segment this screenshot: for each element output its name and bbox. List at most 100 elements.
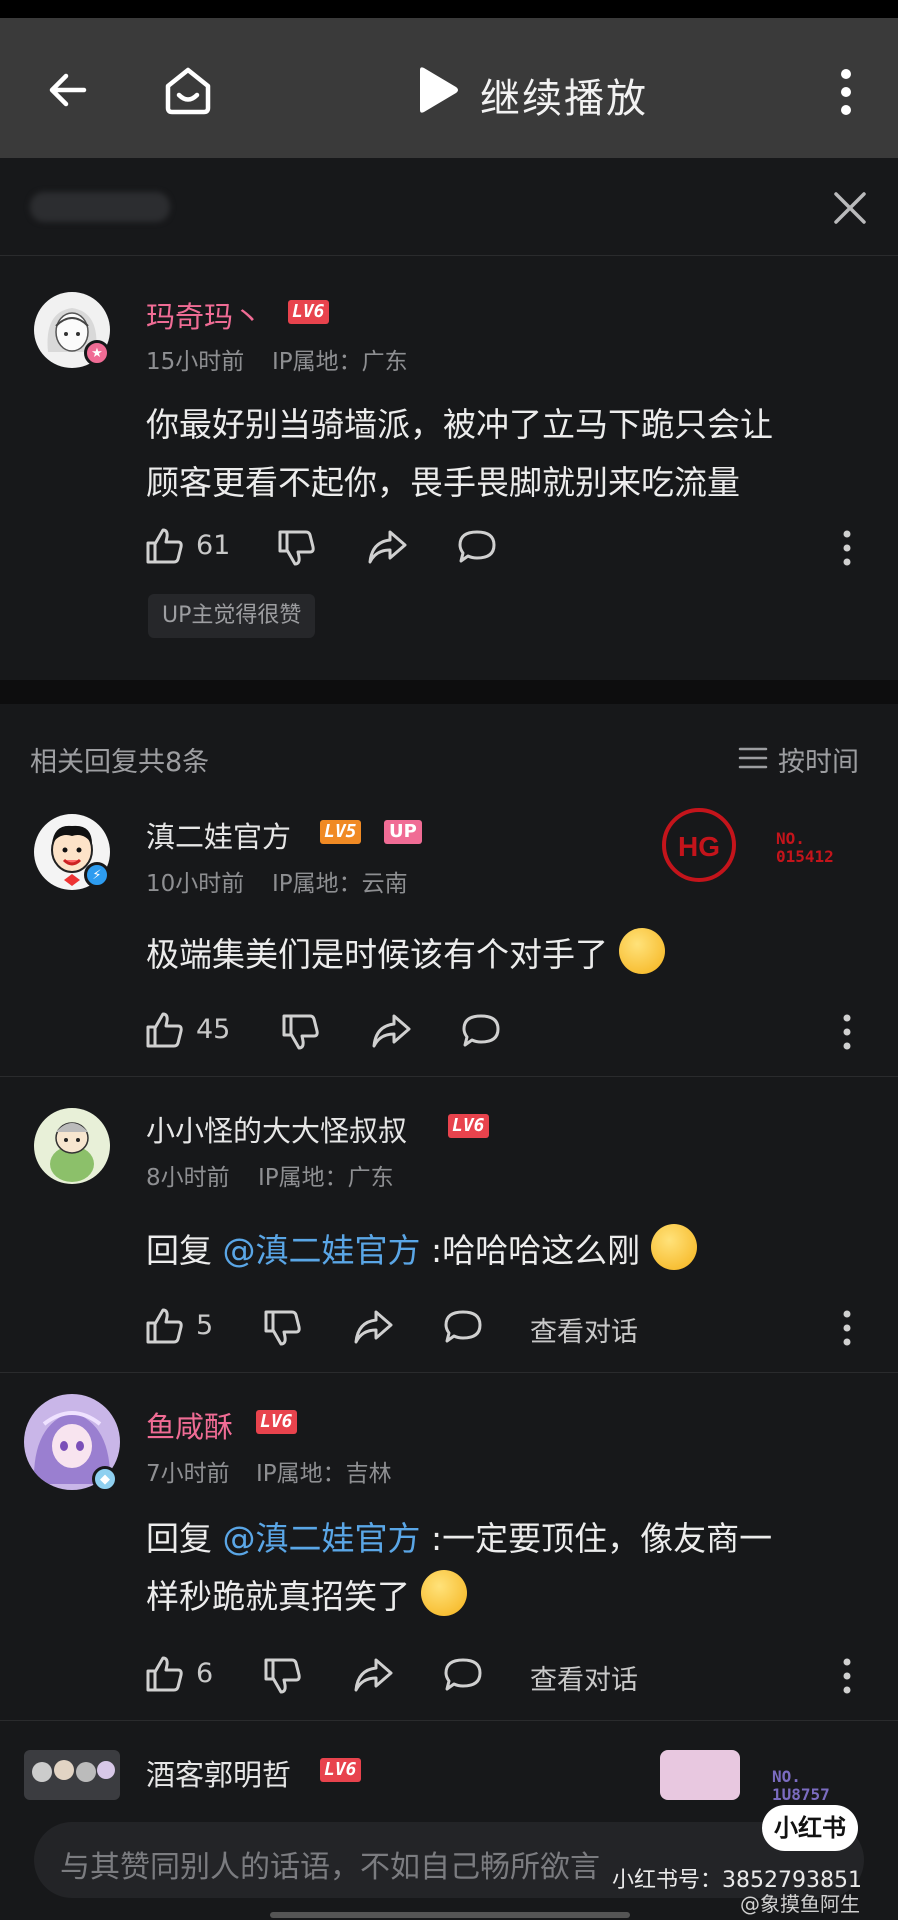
level-badge: LV6 <box>288 300 329 324</box>
dislike-icon[interactable] <box>276 528 316 568</box>
comment-panel-header <box>0 158 898 256</box>
sort-icon[interactable] <box>738 746 768 770</box>
like-icon[interactable] <box>144 1306 184 1346</box>
share-icon[interactable] <box>366 528 408 566</box>
comment-time: 15小时前 <box>146 349 245 375</box>
mention-link[interactable]: @滇二娃官方 <box>223 1231 421 1270</box>
svg-text:HG: HG <box>678 831 720 862</box>
back-arrow-icon[interactable] <box>44 66 92 114</box>
continue-play-label[interactable]: 继续播放 <box>480 66 648 124</box>
play-icon[interactable] <box>414 64 462 116</box>
comment-text: 极端集美们是时候该有个对手了 <box>146 926 866 984</box>
dislike-icon[interactable] <box>262 1656 302 1696</box>
vip-diamond-icon: ◆ <box>92 1466 118 1492</box>
more-options-icon[interactable] <box>842 1308 852 1348</box>
dislike-icon[interactable] <box>262 1308 302 1348</box>
comment-text-line: 样秒跪就真招笑了 <box>146 1568 876 1626</box>
comment-input-placeholder: 与其赞同别人的话语，不如自己畅所欲言 <box>60 1850 600 1885</box>
like-count: 45 <box>196 1014 231 1045</box>
avatar[interactable] <box>34 1108 110 1184</box>
fan-badge-logo: HG <box>662 808 736 882</box>
crying-emoji-icon <box>420 1570 467 1616</box>
fan-badge-no-value: 015412 <box>776 847 834 866</box>
username[interactable]: 滇二娃官方 <box>146 814 291 856</box>
divider <box>0 1076 898 1077</box>
divider <box>0 1372 898 1373</box>
view-conversation-link[interactable]: 查看对话 <box>530 1310 638 1349</box>
comment-time: 7小时前 <box>146 1461 230 1487</box>
home-icon[interactable] <box>160 62 216 118</box>
ip-location: IP属地：广东 <box>258 1165 394 1191</box>
comment-text-content: 样秒跪就真招笑了 <box>146 1577 410 1616</box>
ip-location: IP属地：广东 <box>272 349 408 375</box>
reply-icon[interactable] <box>460 1012 502 1050</box>
avatar[interactable] <box>24 1750 120 1800</box>
like-icon[interactable] <box>144 1654 184 1694</box>
replies-section: 相关回复共8条 按时间 ⚡ 滇二娃官方 LV5 UP 10小时前 IP属地：云南… <box>0 704 898 1920</box>
sort-by-time[interactable]: 按时间 <box>778 740 859 779</box>
reply-prefix: 回复 <box>146 1519 212 1558</box>
comment-text-line: 回复 @滇二娃官方 :一定要顶住，像友商一 <box>146 1510 876 1568</box>
comment-time: 8小时前 <box>146 1165 230 1191</box>
verified-badge-icon: ★ <box>84 340 110 366</box>
up-liked-tag: UP主觉得很赞 <box>148 594 316 638</box>
level-badge: LV6 <box>448 1114 489 1138</box>
reply-icon[interactable] <box>456 528 498 566</box>
fan-badge-number: NO. 1U8757 <box>772 1768 830 1804</box>
comment-text: 回复 @滇二娃官方 :一定要顶住，像友商一 样秒跪就真招笑了 <box>146 1510 876 1626</box>
xiaohongshu-watermark-logo: 小红书 <box>762 1805 858 1851</box>
more-options-icon[interactable] <box>842 1012 852 1052</box>
ip-location: IP属地：云南 <box>272 871 408 897</box>
reply-icon[interactable] <box>442 1308 484 1346</box>
laughing-tears-emoji-icon <box>650 1224 697 1270</box>
username[interactable]: 小小怪的大大怪叔叔 <box>146 1108 407 1150</box>
status-bar <box>0 0 898 18</box>
comment-text-content: :一定要顶住，像友商一 <box>431 1519 773 1558</box>
section-divider <box>0 680 898 704</box>
like-count: 5 <box>196 1310 214 1341</box>
comment-text-line: 顾客更看不起你，畏手畏脚就别来吃流量 <box>146 463 740 502</box>
blurred-title <box>30 192 170 222</box>
watermark-weibo: @象摸鱼阿生 <box>740 1892 860 1916</box>
close-icon[interactable] <box>830 188 870 228</box>
replies-count-header: 相关回复共8条 <box>30 747 210 778</box>
reply-prefix: 回复 <box>146 1231 212 1270</box>
comment-text: 回复 @滇二娃官方 :哈哈哈这么刚 <box>146 1222 866 1280</box>
comment-text-content: 极端集美们是时候该有个对手了 <box>146 935 608 974</box>
level-badge: LV6 <box>320 1758 361 1782</box>
level-badge: LV6 <box>256 1410 297 1434</box>
ip-location: IP属地：吉林 <box>256 1461 392 1487</box>
fan-badge-no-label: NO. <box>772 1767 801 1786</box>
dislike-icon[interactable] <box>280 1012 320 1052</box>
fan-badge-number: NO. 015412 <box>776 830 834 866</box>
more-options-icon[interactable] <box>842 1656 852 1696</box>
like-icon[interactable] <box>144 526 184 566</box>
fan-badge-image <box>660 1750 740 1800</box>
view-conversation-link[interactable]: 查看对话 <box>530 1658 638 1697</box>
more-vertical-icon[interactable] <box>836 66 856 118</box>
verified-badge-icon: ⚡ <box>84 862 110 888</box>
home-indicator <box>270 1912 630 1918</box>
comment-text-line: 你最好别当骑墙派，被冲了立马下跪只会让 <box>146 405 773 444</box>
more-options-icon[interactable] <box>842 528 852 568</box>
share-icon[interactable] <box>352 1656 394 1694</box>
comment-text-content: :哈哈哈这么刚 <box>431 1231 641 1270</box>
top-bar: 继续播放 <box>0 18 898 158</box>
like-icon[interactable] <box>144 1010 184 1050</box>
share-icon[interactable] <box>370 1012 412 1050</box>
comment-text: 你最好别当骑墙派，被冲了立马下跪只会让 顾客更看不起你，畏手畏脚就别来吃流量 <box>146 396 866 512</box>
fan-badge-no-label: NO. <box>776 829 805 848</box>
share-icon[interactable] <box>352 1308 394 1346</box>
username[interactable]: 酒客郭明哲 <box>146 1752 291 1794</box>
up-tag: UP <box>384 820 422 844</box>
smirk-emoji-icon <box>618 928 665 974</box>
reply-icon[interactable] <box>442 1656 484 1694</box>
username[interactable]: 鱼咸酥 <box>146 1404 233 1446</box>
main-comment: ★ 玛奇玛丶 LV6 15小时前 IP属地：广东 你最好别当骑墙派，被冲了立马下… <box>0 256 898 680</box>
like-count: 6 <box>196 1658 214 1689</box>
username[interactable]: 玛奇玛丶 <box>146 294 262 336</box>
divider <box>0 1720 898 1721</box>
comment-time: 10小时前 <box>146 871 245 897</box>
mention-link[interactable]: @滇二娃官方 <box>223 1519 421 1558</box>
like-count: 61 <box>196 530 231 561</box>
